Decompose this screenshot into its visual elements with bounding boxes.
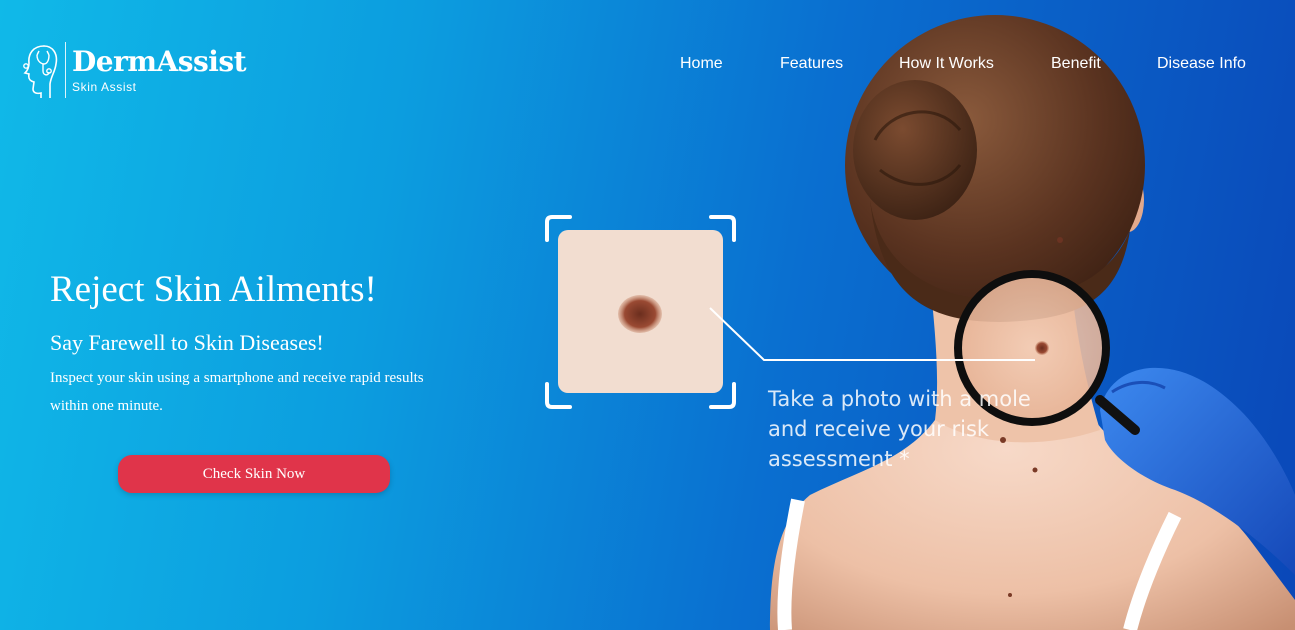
logo[interactable]: DermAssist Skin Assist: [22, 42, 247, 98]
nav-features[interactable]: Features: [780, 55, 843, 73]
hero-subtitle: Say Farewell to Skin Diseases!: [50, 330, 324, 355]
hero-title: Reject Skin Ailments!: [50, 269, 377, 310]
nav-how-it-works[interactable]: How It Works: [899, 55, 994, 73]
nav-home[interactable]: Home: [680, 55, 723, 73]
scan-frame-icon: [545, 215, 736, 409]
brand-tagline: Skin Assist: [72, 80, 137, 94]
nav-benefit[interactable]: Benefit: [1051, 55, 1101, 73]
brand-name: DermAssist: [72, 45, 247, 78]
hero-description: Inspect your skin using a smartphone and…: [50, 370, 424, 414]
head-stethoscope-icon: [23, 45, 58, 98]
illustration-caption: Take a photo with a mole and receive you…: [768, 387, 1031, 471]
check-skin-now-button[interactable]: Check Skin Now: [118, 455, 390, 493]
logo-divider: [65, 42, 66, 98]
nav-disease-info[interactable]: Disease Info: [1157, 55, 1246, 73]
